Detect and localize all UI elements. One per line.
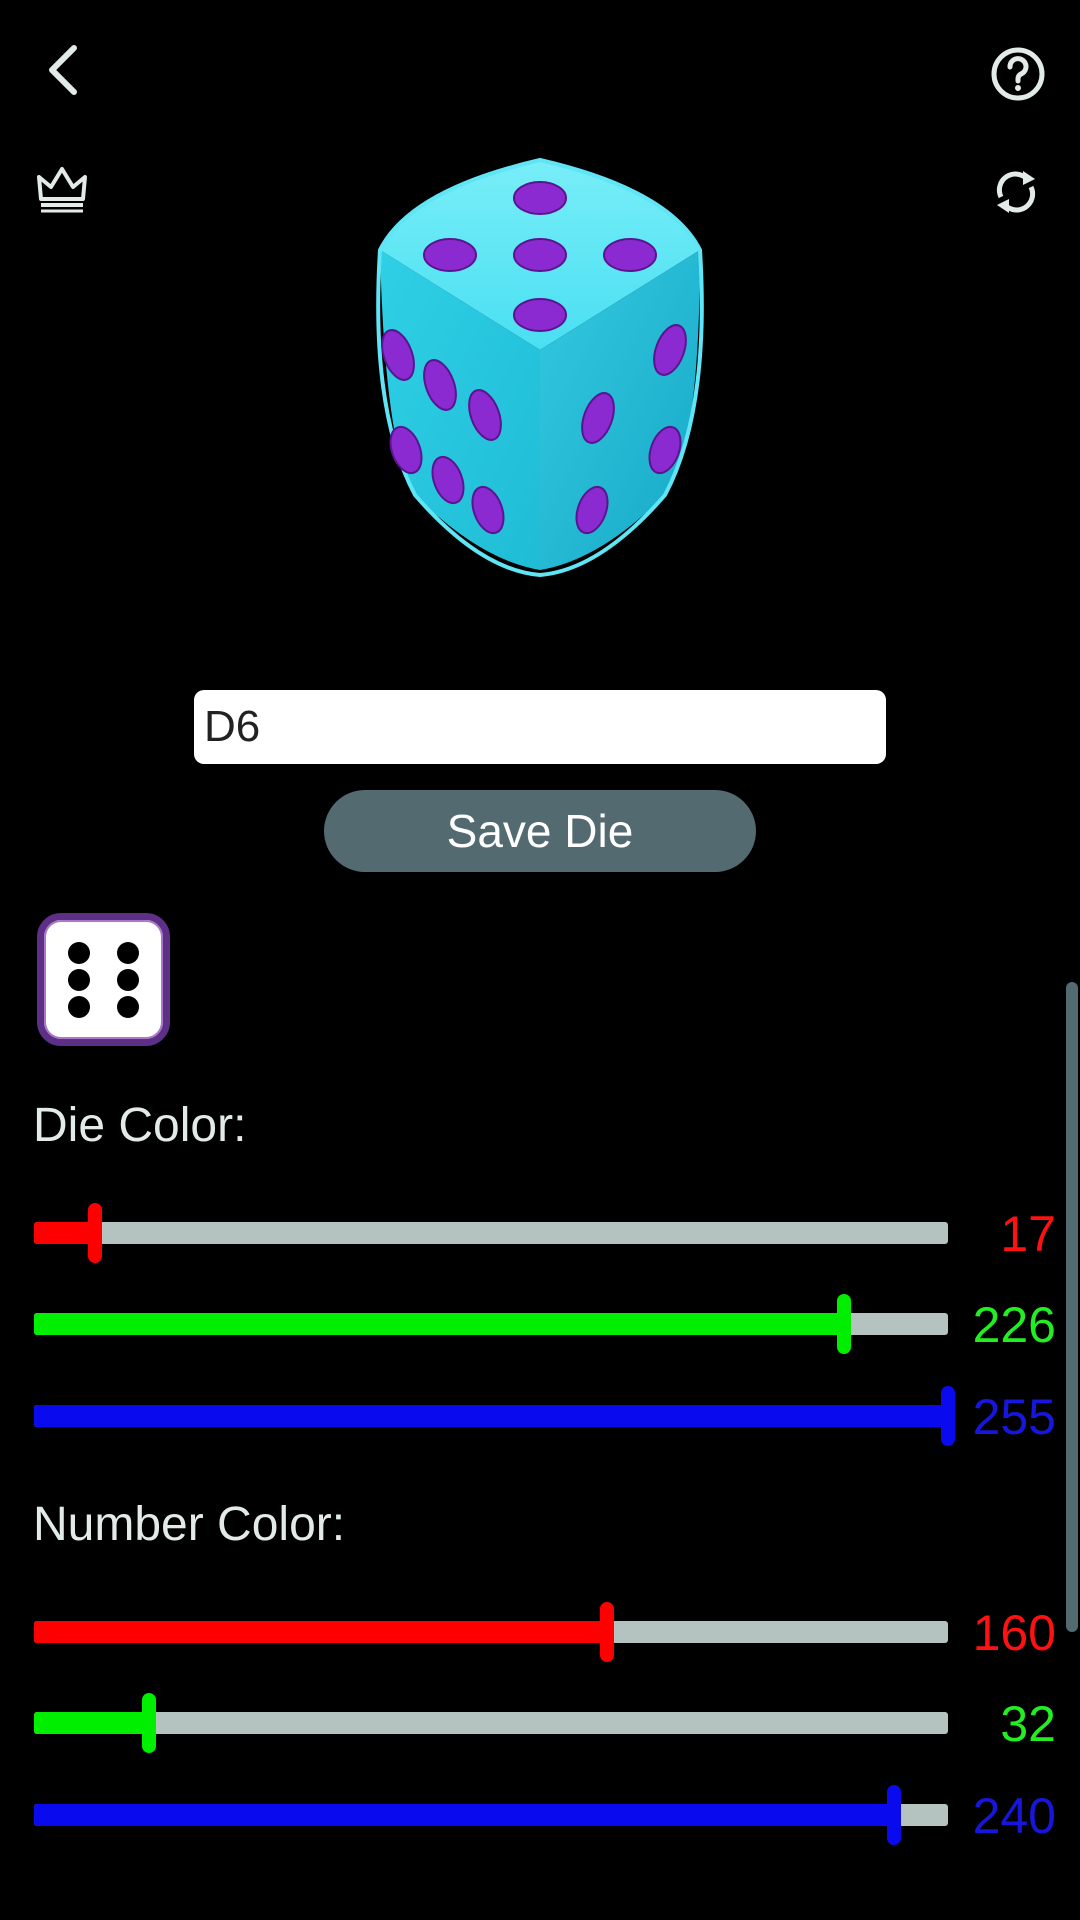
slider-fill xyxy=(34,1804,895,1826)
die-color-red-value: 17 xyxy=(1000,1206,1056,1262)
help-icon xyxy=(991,47,1045,101)
die-3d-preview[interactable] xyxy=(340,150,740,580)
die-color-green-slider[interactable] xyxy=(34,1294,948,1354)
number-color-red-value: 160 xyxy=(972,1605,1056,1661)
number-color-blue-value: 240 xyxy=(972,1788,1056,1844)
slider-fill xyxy=(34,1222,95,1244)
die-color-blue-slider[interactable] xyxy=(34,1386,955,1446)
save-die-label: Save Die xyxy=(446,805,634,857)
number-color-red-slider[interactable] xyxy=(34,1602,948,1662)
pip xyxy=(68,969,90,991)
scrollbar[interactable] xyxy=(1066,982,1078,1632)
premium-button[interactable] xyxy=(30,160,94,220)
slider-handle[interactable] xyxy=(87,1203,102,1263)
slider-handle[interactable] xyxy=(600,1602,615,1662)
number-color-green-slider[interactable] xyxy=(34,1693,948,1753)
save-die-button[interactable]: Save Die xyxy=(324,790,756,872)
pip xyxy=(117,969,139,991)
slider-fill xyxy=(34,1621,608,1643)
back-button[interactable] xyxy=(30,30,94,110)
slider-handle[interactable] xyxy=(837,1294,852,1354)
die-color-red-slider[interactable] xyxy=(34,1203,948,1263)
slider-fill xyxy=(34,1712,149,1734)
pip xyxy=(68,942,90,964)
number-color-green-value: 32 xyxy=(1000,1696,1056,1752)
number-color-label: Number Color: xyxy=(33,1498,346,1551)
die-color-blue-value: 255 xyxy=(972,1389,1056,1445)
help-button[interactable] xyxy=(980,36,1056,112)
die-color-green-value: 226 xyxy=(972,1297,1056,1353)
pip xyxy=(68,996,90,1018)
die-type-d6-thumbnail[interactable] xyxy=(37,913,170,1046)
slider-handle[interactable] xyxy=(141,1693,156,1753)
crown-icon xyxy=(37,167,87,213)
rotate-icon xyxy=(996,171,1036,213)
number-color-blue-slider[interactable] xyxy=(34,1785,948,1845)
slider-fill xyxy=(34,1313,845,1335)
pip xyxy=(117,942,139,964)
back-arrow-icon xyxy=(49,45,77,95)
die-color-label: Die Color: xyxy=(33,1099,247,1152)
pip xyxy=(117,996,139,1018)
slider-fill xyxy=(34,1405,948,1427)
rotate-button[interactable] xyxy=(984,160,1048,224)
die-name-input[interactable] xyxy=(194,690,886,764)
